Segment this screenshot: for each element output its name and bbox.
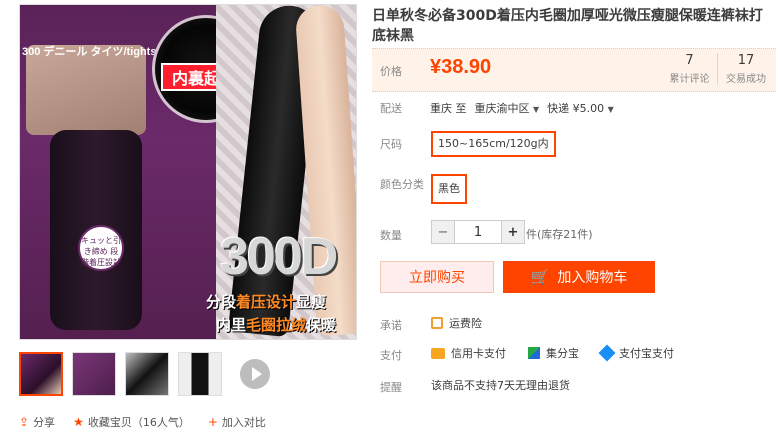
payment-method-3: 支付宝支付 xyxy=(619,347,674,360)
sales-count: 17 xyxy=(737,53,755,68)
shipping-from: 重庆 至 xyxy=(430,102,467,115)
cart-icon: 🛒 xyxy=(530,268,550,286)
price-value: ¥38.90 xyxy=(430,56,491,79)
credit-card-icon xyxy=(431,347,445,359)
compare-button[interactable]: + 加入对比 xyxy=(208,414,266,430)
shipping-method-select[interactable]: 快递 ¥5.00 ▼ xyxy=(547,100,614,116)
slogan-line-2: 内里毛圈拉绒保暖 xyxy=(216,314,336,335)
quantity-input[interactable]: 1 xyxy=(455,220,501,244)
review-count-label: 累计评论 xyxy=(669,74,710,85)
color-option-selected[interactable]: 黑色 xyxy=(431,174,467,204)
reminder-label: 提醒 xyxy=(380,381,402,394)
chevron-down-icon: ▼ xyxy=(607,105,614,114)
slogan-line-1: 分段着压设计显瘦 xyxy=(206,291,326,312)
review-count-stat[interactable]: 7 累计评论 xyxy=(662,53,718,85)
denier-300d-text: 300D xyxy=(220,228,338,286)
favorite-button[interactable]: ★ 收藏宝贝（16人气） xyxy=(73,414,190,430)
shipping-label: 配送 xyxy=(380,102,402,115)
plus-icon: + xyxy=(207,415,218,429)
sales-count-label: 交易成功 xyxy=(726,74,766,85)
alipay-icon xyxy=(598,344,616,362)
shipping-destination-select[interactable]: 重庆渝中区 ▼ xyxy=(475,100,540,116)
share-button[interactable]: ⇪ 分享 xyxy=(19,414,55,430)
slogan-1-part-b: 着压设计 xyxy=(236,293,297,311)
promise-value: 运费险 xyxy=(449,317,482,330)
currency-symbol: ¥ xyxy=(430,56,442,78)
thumbnail-4[interactable] xyxy=(178,352,222,396)
price-label: 价格 xyxy=(380,65,402,78)
price-amount: 38.90 xyxy=(441,56,492,78)
review-count: 7 xyxy=(685,53,694,68)
quantity-stepper: − 1 + xyxy=(431,220,525,244)
share-label: 分享 xyxy=(33,416,56,429)
promise-item[interactable]: 运费险 xyxy=(431,315,482,331)
share-icon: ⇪ xyxy=(19,415,30,429)
add-to-cart-button[interactable]: 🛒 加入购物车 xyxy=(503,261,655,293)
shipping-method: 快递 ¥5.00 xyxy=(547,102,605,115)
thumbnail-2[interactable] xyxy=(72,352,116,396)
promise-label: 承诺 xyxy=(380,319,402,332)
quantity-label: 数量 xyxy=(380,229,402,242)
compression-round-badge: キュッと引き締め 段階着圧設計 xyxy=(78,225,124,271)
payment-jifenbao[interactable]: 集分宝 xyxy=(528,345,579,361)
shipping-destination: 重庆渝中区 xyxy=(474,102,530,115)
pack-label: 300 デニール タイツ/tights xyxy=(22,46,157,58)
quantity-plus-button[interactable]: + xyxy=(501,220,525,244)
product-title: 日单秋冬必备300D着压内毛圈加厚哑光微压瘦腿保暖连裤袜打底袜黑 xyxy=(372,8,763,44)
shipping-row: 配送 重庆 至 重庆渝中区 ▼ 快递 ¥5.00 ▼ xyxy=(380,100,614,116)
reminder-value: 该商品不支持7天无理由退货 xyxy=(431,379,570,392)
play-video-icon[interactable] xyxy=(240,359,270,389)
color-label: 颜色分类 xyxy=(380,178,424,191)
jifenbao-icon xyxy=(528,347,540,359)
main-product-image[interactable]: 300 デニール タイツ/tights 内裏起毛 キュッと引き締め 段階着圧設計… xyxy=(19,4,357,340)
sales-count-stat: 17 交易成功 xyxy=(718,53,774,85)
favorite-label: 收藏宝贝（16人气） xyxy=(87,416,190,429)
slogan-1-part-c: 显瘦 xyxy=(296,293,327,311)
buy-now-button[interactable]: 立即购买 xyxy=(380,261,494,293)
thumbnail-1[interactable] xyxy=(19,352,63,396)
payment-alipay[interactable]: 支付宝支付 xyxy=(598,344,674,362)
thumbnail-3[interactable] xyxy=(125,352,169,396)
compare-label: 加入对比 xyxy=(221,416,266,429)
star-icon: ★ xyxy=(73,415,84,429)
chevron-down-icon: ▼ xyxy=(533,105,540,114)
thumbnail-strip xyxy=(19,352,270,396)
slogan-2-part-a: 内里 xyxy=(216,316,247,334)
share-bar: ⇪ 分享 ★ 收藏宝贝（16人气） + 加入对比 xyxy=(19,414,266,430)
slogan-2-part-b: 毛圈拉绒 xyxy=(246,316,307,334)
slogan-1-part-a: 分段 xyxy=(206,293,237,311)
add-to-cart-label: 加入购物车 xyxy=(557,270,628,286)
size-option-selected[interactable]: 150~165cm/120g内 xyxy=(431,131,556,157)
quantity-minus-button[interactable]: − xyxy=(431,220,455,244)
slogan-2-part-c: 保暖 xyxy=(306,316,337,334)
payment-methods: 信用卡支付 集分宝 支付宝支付 xyxy=(431,344,674,362)
payment-label: 支付 xyxy=(380,349,402,362)
price-box: 价格 ¥38.90 7 累计评论 17 交易成功 xyxy=(372,48,776,92)
payment-credit-card[interactable]: 信用卡支付 xyxy=(431,345,506,361)
size-label: 尺码 xyxy=(380,138,402,151)
payment-method-1: 信用卡支付 xyxy=(451,347,506,360)
stock-note: 件(库存21件) xyxy=(526,228,593,241)
payment-method-2: 集分宝 xyxy=(546,347,579,360)
shipping-insurance-icon xyxy=(431,317,443,329)
